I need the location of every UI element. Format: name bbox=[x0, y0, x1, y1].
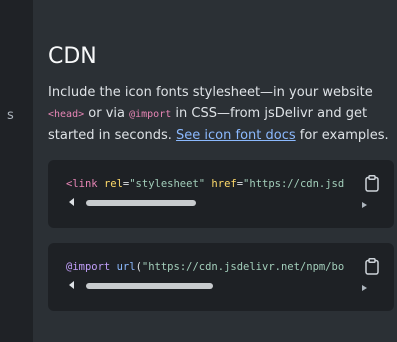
scrollbar-thumb[interactable] bbox=[86, 200, 196, 206]
or-via-text: or via bbox=[84, 106, 130, 121]
description-line-2: <head> or via @import in CSS—from jsDeli… bbox=[48, 103, 388, 125]
section-description: Include the icon fonts stylesheet—in you… bbox=[48, 82, 389, 146]
icon-font-docs-link[interactable]: See icon font docs bbox=[176, 128, 296, 143]
clipboard-icon bbox=[365, 258, 379, 275]
code-token-at-rule: @import bbox=[66, 261, 111, 273]
scrollbar-thumb[interactable] bbox=[86, 283, 213, 289]
copy-button[interactable] bbox=[365, 175, 379, 192]
description-line-1: Include the icon fonts stylesheet—in you… bbox=[48, 85, 373, 100]
head-tag-code: <head> bbox=[48, 109, 85, 120]
code-token-string-url: "https://cdn.jsdelivr.net/npm/bootstrap-… bbox=[141, 261, 344, 273]
code-token-string-stylesheet: "stylesheet" bbox=[129, 178, 206, 190]
code-token-function: url bbox=[116, 261, 136, 273]
code-block-import: @import url("https://cdn.jsdelivr.net/np… bbox=[48, 243, 394, 311]
copy-button[interactable] bbox=[365, 258, 379, 275]
scroll-left-arrow[interactable] bbox=[69, 198, 74, 206]
sidebar-text-fragment: s bbox=[7, 108, 14, 123]
scroll-right-arrow[interactable] bbox=[362, 285, 367, 291]
cdn-section: CDN Include the icon fonts stylesheet—in… bbox=[33, 0, 397, 342]
section-title: CDN bbox=[48, 44, 97, 69]
examples-text: for examples. bbox=[295, 128, 389, 143]
description-line-3: started in seconds. See icon font docs f… bbox=[48, 125, 389, 146]
sidebar-panel: s bbox=[0, 0, 33, 342]
code-token-attr-rel: rel bbox=[103, 178, 123, 190]
in-css-text: in CSS—from jsDelivr and get bbox=[171, 106, 368, 121]
started-text: started in seconds. bbox=[48, 128, 177, 143]
code-token-tag: <link bbox=[66, 178, 98, 190]
import-code: @import bbox=[129, 109, 172, 120]
scroll-left-arrow[interactable] bbox=[69, 281, 74, 289]
clipboard-icon bbox=[365, 175, 379, 192]
code-line-link: <link rel="stylesheet" href="https://cdn… bbox=[66, 178, 344, 190]
code-block-link: <link rel="stylesheet" href="https://cdn… bbox=[48, 160, 394, 228]
code-token-string-url: "https://cdn.jsdelivr.net/npm/bootstrap-… bbox=[243, 178, 344, 190]
code-line-import: @import url("https://cdn.jsdelivr.net/np… bbox=[66, 261, 344, 273]
code-token-attr-href: href bbox=[211, 178, 237, 190]
scroll-right-arrow[interactable] bbox=[362, 202, 367, 208]
